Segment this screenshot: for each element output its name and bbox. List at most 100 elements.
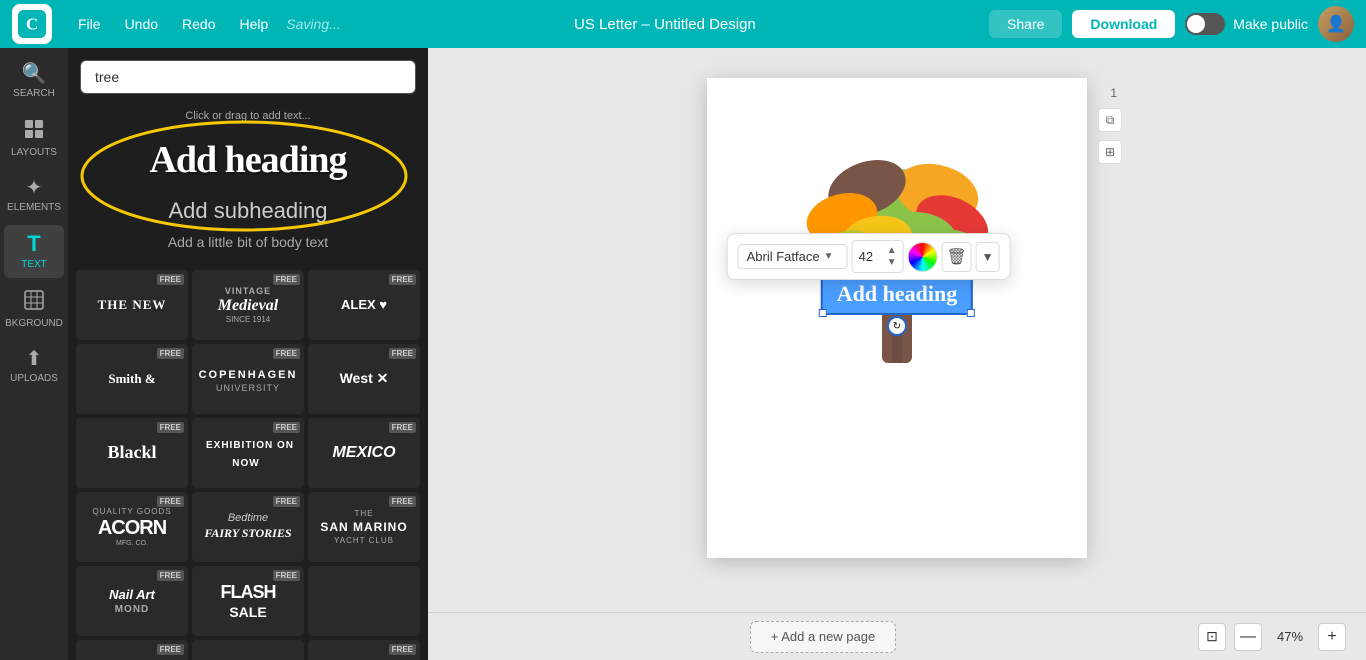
floating-toolbar: Abril Fatface ▼ 42 ▲ ▼ 🗑	[727, 233, 1011, 280]
sidebar-label-background: BKGROUND	[5, 318, 63, 329]
search-input[interactable]	[80, 60, 416, 94]
free-badge-1: FREE	[157, 274, 184, 285]
font-item-13[interactable]: Nail Art MOND FREE	[76, 566, 188, 636]
free-badge-16: FREE	[157, 644, 184, 655]
canvas-wrapper: Abril Fatface ▼ 42 ▲ ▼ 🗑	[707, 78, 1087, 558]
font-item-18[interactable]: SODA -POP FREE	[308, 640, 420, 660]
sidebar-item-search[interactable]: 🔍 SEARCH	[4, 56, 64, 107]
zoom-out-button[interactable]: —	[1234, 623, 1262, 651]
screenshot-icon: ⊡	[1206, 628, 1218, 645]
font-item-8[interactable]: EXHIBITION ON NOW FREE	[192, 418, 304, 488]
minus-icon: —	[1240, 628, 1256, 646]
color-swatch-button[interactable]	[908, 242, 938, 272]
nav-file[interactable]: File	[68, 12, 111, 36]
font-item-3[interactable]: ALEX ♥ FREE	[308, 270, 420, 340]
font-item-5[interactable]: COPENHAGEN UNIVERSITY FREE	[192, 344, 304, 414]
font-label-7: Blackl	[103, 438, 160, 468]
nav-redo[interactable]: Redo	[172, 12, 225, 36]
font-item-15[interactable]	[308, 566, 420, 636]
make-public-toggle[interactable]: Make public	[1185, 13, 1308, 35]
free-badge-3: FREE	[389, 274, 416, 285]
font-name-value: Abril Fatface	[747, 249, 820, 264]
toggle-switch[interactable]	[1185, 13, 1225, 35]
free-badge-13: FREE	[157, 570, 184, 581]
font-item-16[interactable]: YOU ARE SIMPLY THE BEST FREE	[76, 640, 188, 660]
font-grid: THE NEW FREE VINTAGE Medieval SINCE 1914…	[68, 266, 428, 660]
sidebar-item-uploads[interactable]: ⬆ UPLOADS	[4, 341, 64, 392]
font-label-11: FAIRY STORIES	[200, 522, 295, 544]
nav-help[interactable]: Help	[230, 12, 279, 36]
design-canvas[interactable]: Add heading ↻	[707, 78, 1087, 558]
grid-icon-button[interactable]: ⊞	[1098, 140, 1122, 164]
sidebar-icons: 🔍 SEARCH LAYOUTS ✦ ELEMENTS T TEXT BKGRO…	[0, 48, 68, 660]
copy-icon-button[interactable]: ⧉	[1098, 108, 1122, 132]
delete-button[interactable]: 🗑	[942, 242, 972, 272]
zoom-controls: ⊡ — 47% +	[1198, 623, 1346, 651]
font-item-2[interactable]: VINTAGE Medieval SINCE 1914 FREE	[192, 270, 304, 340]
trash-icon: 🗑	[946, 247, 966, 267]
font-item-6[interactable]: West ✕ FREE	[308, 344, 420, 414]
sidebar-label-elements: ELEMENTS	[7, 202, 61, 213]
font-item-14[interactable]: FLASH SALE FREE	[192, 566, 304, 636]
share-button[interactable]: Share	[989, 10, 1062, 38]
font-size-up[interactable]: ▲	[887, 245, 897, 256]
navbar-right: Share Download Make public 👤	[989, 6, 1354, 42]
sidebar-label-uploads: UPLOADS	[10, 373, 58, 384]
left-panel: Click or drag to add text... Add heading…	[68, 48, 428, 660]
sidebar-item-elements[interactable]: ✦ ELEMENTS	[4, 170, 64, 221]
text-icon: T	[27, 233, 40, 255]
avatar-image: 👤	[1318, 6, 1354, 42]
font-size-down[interactable]: ▼	[887, 257, 897, 268]
sidebar-item-background[interactable]: BKGROUND	[4, 282, 64, 337]
font-label-1: THE NEW	[94, 293, 171, 317]
add-page-button[interactable]: + Add a new page	[771, 629, 875, 644]
search-icon: 🔍	[22, 64, 47, 84]
make-public-label: Make public	[1233, 16, 1308, 32]
free-badge-2: FREE	[273, 274, 300, 285]
font-label-4: Smith &	[104, 367, 159, 391]
resize-handle-br[interactable]	[967, 309, 975, 317]
font-item-12[interactable]: THE SAN MARINO YACHT CLUB FREE	[308, 492, 420, 562]
user-avatar[interactable]: 👤	[1318, 6, 1354, 42]
chevron-down-icon: ▼	[982, 250, 994, 264]
nav-menu: File Undo Redo Help Saving...	[68, 12, 341, 36]
free-badge-7: FREE	[157, 422, 184, 433]
navbar: C File Undo Redo Help Saving... US Lette…	[0, 0, 1366, 48]
font-size-field[interactable]: 42 ▲ ▼	[852, 240, 904, 273]
canva-logo[interactable]: C	[12, 4, 52, 44]
font-item-4[interactable]: Smith & FREE	[76, 344, 188, 414]
font-item-11[interactable]: Bedtime FAIRY STORIES FREE	[192, 492, 304, 562]
font-name-selector[interactable]: Abril Fatface ▼	[738, 244, 848, 269]
layouts-icon	[24, 119, 44, 143]
font-label-13: Nail Art	[105, 583, 159, 606]
font-size-value: 42	[859, 249, 873, 264]
selected-text-content: Add heading	[837, 281, 957, 306]
free-badge-12: FREE	[389, 496, 416, 507]
add-heading-button[interactable]: Add heading	[84, 130, 412, 186]
uploads-icon: ⬆	[26, 349, 43, 369]
resize-handle-bl[interactable]	[819, 309, 827, 317]
svg-text:C: C	[26, 14, 38, 33]
font-item-7[interactable]: Blackl FREE	[76, 418, 188, 488]
font-item-17[interactable]: NYC MANHATTAN	[192, 640, 304, 660]
more-options-button[interactable]: ▼	[976, 242, 1000, 272]
font-item-1[interactable]: THE NEW FREE	[76, 270, 188, 340]
sidebar-item-text[interactable]: T TEXT	[4, 225, 64, 278]
free-badge-14: FREE	[273, 570, 300, 581]
font-label-17: NYC	[215, 654, 280, 660]
free-badge-4: FREE	[157, 348, 184, 359]
screenshot-button[interactable]: ⊡	[1198, 623, 1226, 651]
sidebar-item-layouts[interactable]: LAYOUTS	[4, 111, 64, 166]
font-label-3: ALEX ♥	[337, 293, 391, 316]
rotation-handle[interactable]: ↻	[887, 316, 907, 336]
zoom-in-button[interactable]: +	[1318, 623, 1346, 651]
canvas-scroll[interactable]: Abril Fatface ▼ 42 ▲ ▼ 🗑	[428, 48, 1366, 612]
add-body-button[interactable]: Add a little bit of body text	[80, 230, 416, 258]
nav-undo[interactable]: Undo	[115, 12, 168, 36]
font-item-9[interactable]: MEXICO FREE	[308, 418, 420, 488]
add-subheading-button[interactable]: Add subheading	[80, 192, 416, 230]
font-item-10[interactable]: QUALITY GOODS ACORN MFG. CO. FREE	[76, 492, 188, 562]
free-badge-9: FREE	[389, 422, 416, 433]
download-button[interactable]: Download	[1072, 10, 1175, 38]
page-number: 1	[1110, 86, 1117, 100]
